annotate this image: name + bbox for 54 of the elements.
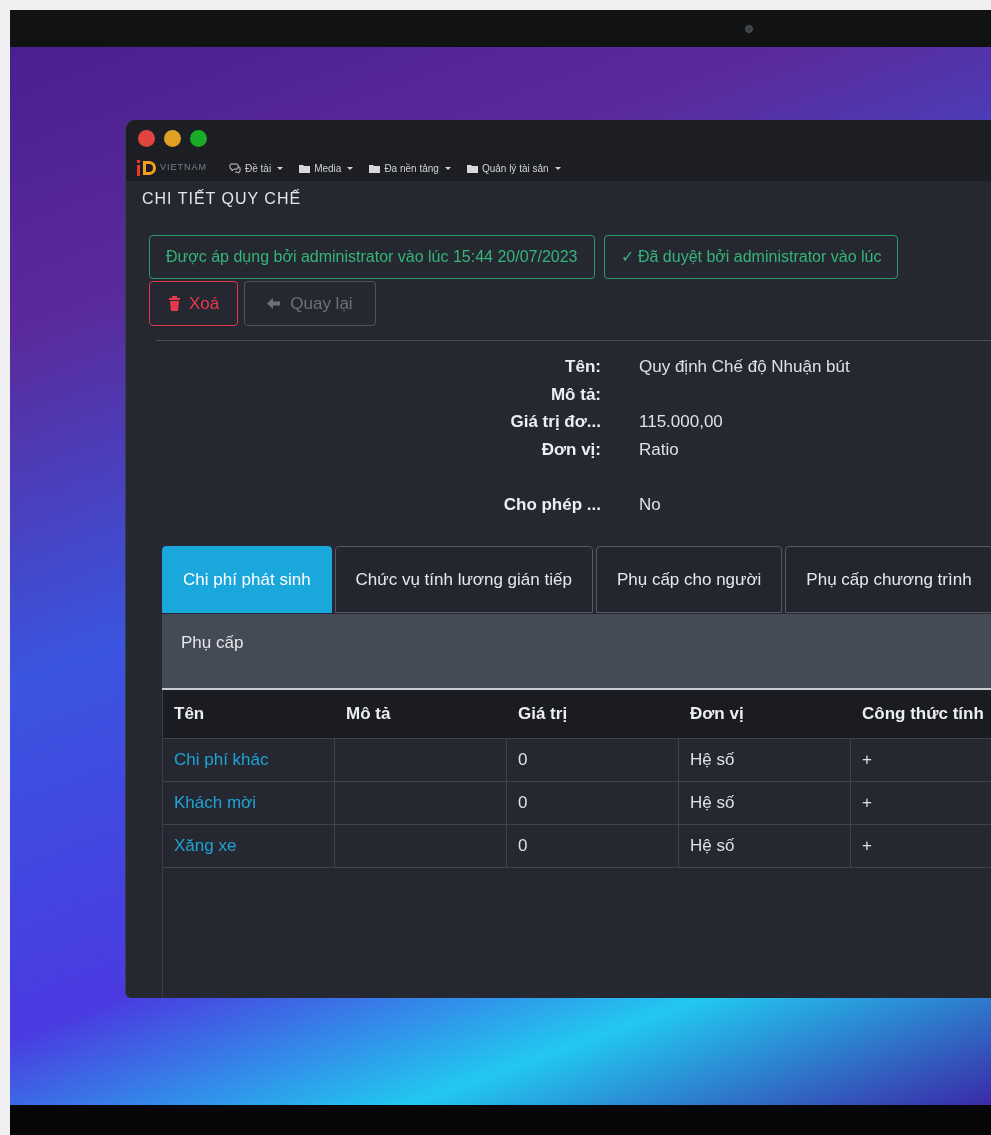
table-cell-text: 0 [518, 835, 528, 858]
folder-icon [299, 163, 311, 173]
tab[interactable]: Phụ cấp cho người [595, 546, 783, 613]
field-value: 115.000,00 [639, 412, 723, 431]
logo-icon [136, 158, 158, 178]
field-value: Quy định Chế độ Nhuận bút [639, 357, 850, 376]
delete-button[interactable]: Xoá [149, 281, 239, 326]
table-cell-text: 0 [518, 792, 528, 815]
chat-icon [229, 162, 241, 174]
table-cell-text: Hệ số [690, 792, 735, 815]
table-cell-text: Hệ số [690, 749, 735, 772]
column-header: Đơn vị [690, 704, 744, 724]
caret-icon [347, 166, 354, 170]
window-control[interactable] [164, 130, 181, 147]
menu-item[interactable]: Đề tài [229, 160, 284, 176]
table-cell-text: Hệ số [690, 835, 735, 858]
arrow-left-icon [267, 298, 281, 309]
table-cell-text: + [862, 749, 872, 772]
status-badge: Được áp dụng bởi administrator vào lúc 15:44 20/07/2023 [149, 235, 595, 279]
row-link[interactable]: Chi phí khác [174, 747, 269, 773]
row-link[interactable]: Xăng xe [174, 833, 237, 859]
column-header: Công thức tính [862, 704, 984, 724]
field-label: Giá trị đơ... [510, 412, 601, 431]
field-label: Mô tả: [550, 384, 601, 404]
field-value: Ratio [639, 439, 679, 459]
table-cell-text: 0 [518, 749, 528, 772]
trash-icon [168, 296, 181, 311]
column-header: Tên [174, 704, 205, 724]
menu-item[interactable]: Đa nền tảng [369, 160, 451, 176]
caret-icon [277, 166, 284, 170]
page-title: CHI TIẾT QUY CHẾ [142, 188, 303, 209]
menu-item[interactable]: Media [299, 160, 354, 176]
field-label: Tên: [565, 357, 601, 376]
field-label: Đơn vị: [541, 439, 601, 459]
folder-icon [466, 163, 478, 173]
panel-title: Phụ cấp [181, 633, 244, 652]
tab[interactable]: Chức vụ tính lương gián tiếp [334, 546, 593, 613]
table-cell-text: + [862, 792, 872, 815]
menu-item[interactable]: Quản lý tài sản [466, 160, 561, 176]
column-header: Mô tả [346, 704, 391, 724]
column-header: Giá trị [518, 704, 568, 724]
window-control[interactable] [138, 130, 155, 147]
logo-text: VIETNAM [160, 161, 207, 175]
folder-icon [369, 163, 381, 173]
caret-icon [444, 166, 451, 170]
field-label: Cho phép ... [503, 494, 601, 514]
camera-icon [744, 24, 753, 33]
tab[interactable]: Phụ cấp chương trình [785, 546, 991, 613]
window-control[interactable] [190, 130, 207, 147]
row-link[interactable]: Khách mời [174, 790, 256, 816]
field-value: No [639, 494, 661, 514]
table-cell-text: + [862, 835, 872, 858]
caret-icon [554, 166, 561, 170]
status-badge: ✓ Đã duyệt bởi administrator vào lúc [603, 235, 899, 279]
